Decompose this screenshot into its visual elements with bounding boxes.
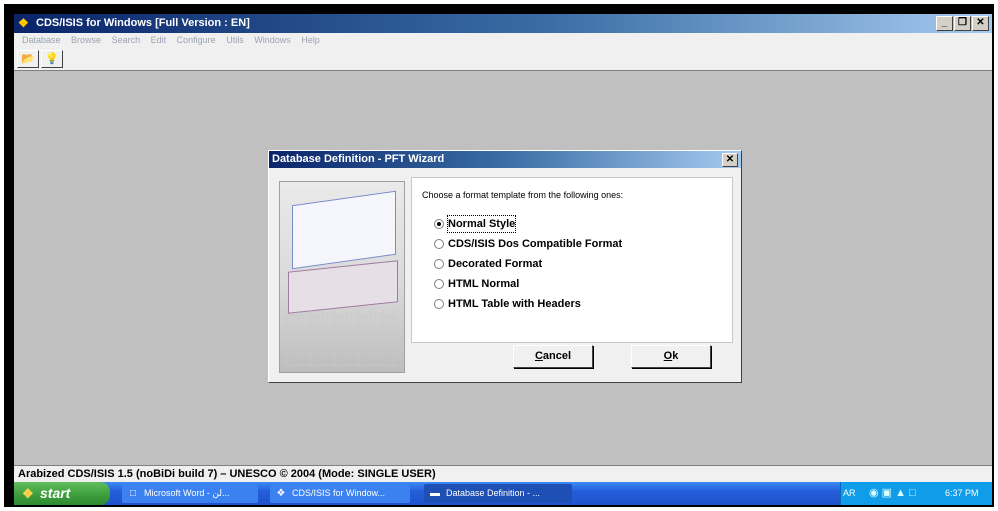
taskbar: ❖ start □ Microsoft Word - لن... ❖ CDS/I…: [14, 482, 992, 505]
mdi-workspace: Database Definition - PFT Wizard ✕ Choos…: [14, 71, 992, 465]
task-database-definition[interactable]: ▬ Database Definition - ...: [424, 484, 572, 503]
wizard-illustration: [279, 181, 405, 373]
option-label: HTML Normal: [448, 278, 520, 290]
radio-checked-icon[interactable]: [434, 219, 444, 229]
menu-configure[interactable]: Configure: [177, 33, 216, 47]
window-icon: ▬: [430, 488, 440, 499]
dialog-title: Database Definition - PFT Wizard: [272, 153, 445, 165]
screenshot-frame: ❖ CDS/ISIS for Windows [Full Version : E…: [4, 4, 994, 507]
radio-icon[interactable]: [434, 239, 444, 249]
minimize-button[interactable]: _: [936, 16, 953, 31]
menu-help[interactable]: Help: [301, 33, 320, 47]
ok-label: k: [672, 350, 679, 362]
radio-icon[interactable]: [434, 259, 444, 269]
tray-icons[interactable]: ◉ ▣ ▲ □: [869, 486, 939, 501]
menu-utils[interactable]: Utils: [226, 33, 244, 47]
lightbulb-icon: 💡: [45, 53, 59, 65]
language-indicator[interactable]: AR: [843, 482, 856, 505]
option-label: CDS/ISIS Dos Compatible Format: [448, 238, 623, 250]
menu-browse[interactable]: Browse: [71, 33, 101, 47]
word-icon: □: [129, 488, 137, 499]
task-label: Database Definition - ...: [446, 488, 541, 498]
options-panel: Choose a format template from the follow…: [411, 177, 733, 343]
illustration-grid: [286, 310, 398, 366]
task-cdsisis[interactable]: ❖ CDS/ISIS for Window...: [270, 484, 410, 503]
radio-icon[interactable]: [434, 299, 444, 309]
ok-accelerator: O: [663, 350, 673, 362]
app-window: ❖ CDS/ISIS for Windows [Full Version : E…: [14, 14, 992, 505]
menu-windows[interactable]: Windows: [254, 33, 291, 47]
cancel-button[interactable]: Cancel: [513, 345, 593, 368]
app-title: CDS/ISIS for Windows [Full Version : EN]: [36, 17, 250, 29]
option-label: HTML Table with Headers: [448, 298, 581, 310]
option-label: Normal Style: [446, 215, 517, 233]
menu-search[interactable]: Search: [112, 33, 141, 47]
option-label: Decorated Format: [448, 258, 543, 270]
restore-button[interactable]: ❐: [954, 16, 971, 31]
task-label: CDS/ISIS for Window...: [292, 488, 386, 498]
cdsisis-icon: ❖: [276, 488, 286, 499]
cancel-label: ancel: [542, 350, 572, 362]
menu-edit[interactable]: Edit: [151, 33, 167, 47]
dialog-close-button[interactable]: ✕: [722, 153, 738, 167]
illustration-sheet-2: [288, 260, 398, 314]
status-bar: Arabized CDS/ISIS 1.5 (noBiDi build 7) –…: [14, 465, 992, 482]
windows-flag-icon: ❖: [22, 486, 34, 501]
menu-database[interactable]: Database: [22, 33, 61, 47]
task-label: Microsoft Word - لن...: [144, 488, 230, 498]
dialog-title-bar[interactable]: Database Definition - PFT Wizard ✕: [269, 151, 741, 168]
illustration-sheet: [292, 190, 396, 270]
radio-icon[interactable]: [434, 279, 444, 289]
cdsisis-app-icon: ❖: [18, 16, 29, 30]
toolbar: 📂 💡: [14, 47, 992, 71]
start-label: start: [40, 485, 71, 501]
status-text: Arabized CDS/ISIS 1.5 (noBiDi build 7) –…: [18, 468, 436, 480]
dialog-prompt: Choose a format template from the follow…: [422, 190, 624, 200]
open-database-button[interactable]: 📂: [17, 50, 39, 68]
task-microsoft-word[interactable]: □ Microsoft Word - لن...: [122, 484, 258, 503]
app-title-bar[interactable]: ❖ CDS/ISIS for Windows [Full Version : E…: [14, 14, 992, 33]
open-folder-icon: 📂: [21, 53, 35, 65]
ok-button[interactable]: Ok: [631, 345, 711, 368]
tips-button[interactable]: 💡: [41, 50, 63, 68]
close-button[interactable]: ✕: [972, 16, 989, 31]
cancel-accelerator: C: [534, 350, 543, 362]
pft-wizard-dialog: Database Definition - PFT Wizard ✕ Choos…: [268, 150, 742, 383]
start-button[interactable]: ❖ start: [14, 482, 110, 505]
system-tray: AR ◉ ▣ ▲ □ 6:37 PM: [840, 482, 992, 505]
clock: 6:37 PM: [945, 488, 979, 498]
menu-bar: Database Browse Search Edit Configure Ut…: [14, 33, 992, 47]
